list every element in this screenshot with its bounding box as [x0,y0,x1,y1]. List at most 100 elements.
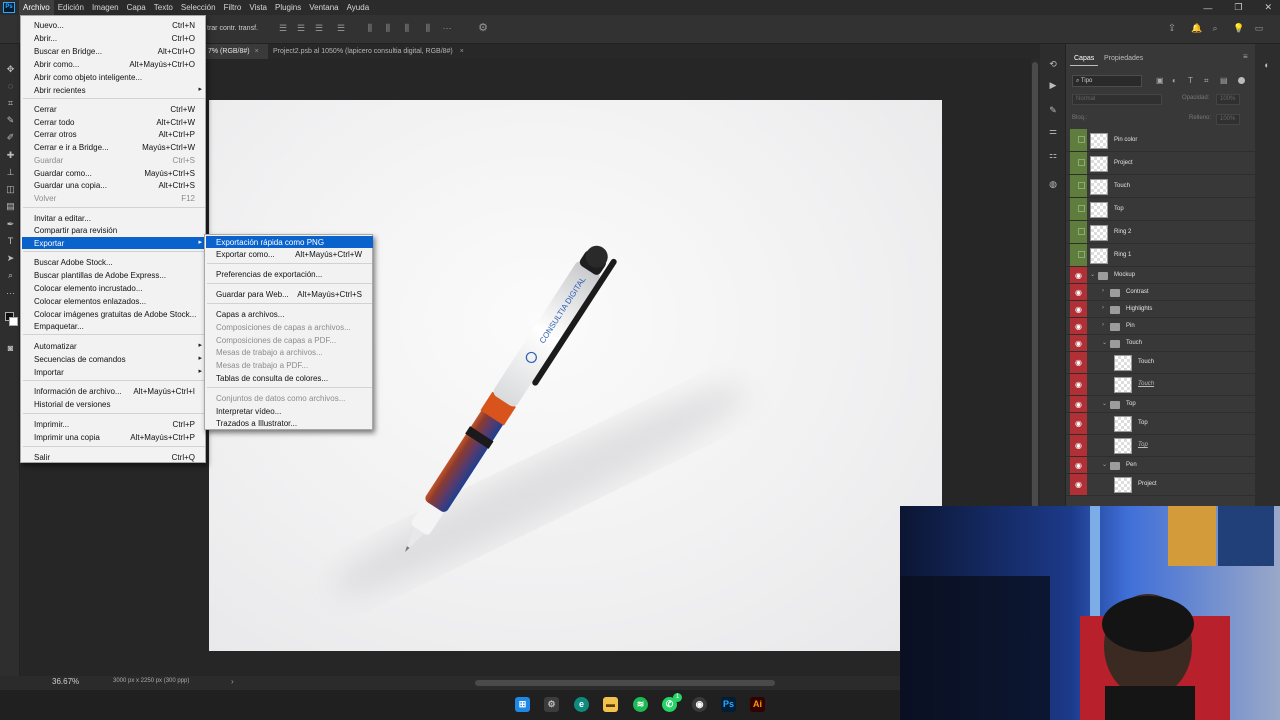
settings-icon[interactable]: ⚙ [544,697,559,712]
align-middle-icon[interactable]: ⫼ [383,24,393,33]
spotify-icon[interactable]: ≋ [633,697,648,712]
properties-icon[interactable]: ⚏ [1047,150,1059,161]
visibility-toggle[interactable] [1070,129,1087,151]
visibility-toggle[interactable] [1070,221,1087,243]
gradient-tool-icon[interactable]: ▤ [4,201,17,212]
file-menu-item[interactable]: Empaquetar... [22,320,206,332]
smart-object-thumbnail[interactable] [1090,224,1108,241]
layer-row[interactable]: ◉ › Highlights [1066,301,1255,318]
filter-smart-icon[interactable]: ▤ [1220,76,1228,85]
eyedropper-tool-icon[interactable]: ✎ [4,115,17,126]
menu-capa[interactable]: Capa [123,0,150,15]
eraser-tool-icon[interactable]: ◫ [4,184,17,195]
export-menu-item[interactable]: Guardar para Web... Alt+Mayús+Ctrl+S [206,288,373,300]
file-menu-item[interactable]: Nuevo... Ctrl+N [22,19,206,31]
layer-row[interactable]: ◉ ⌄ Touch [1066,335,1255,352]
filter-pixel-icon[interactable]: ▣ [1156,76,1164,85]
layer-row[interactable]: Ring 1 [1066,244,1255,267]
smart-object-thumbnail[interactable] [1114,477,1132,493]
transform-controls-label[interactable]: trar contr. transf. [207,25,258,32]
visibility-toggle[interactable]: ◉ [1070,267,1087,283]
layer-row[interactable]: ◉ Touch [1066,374,1255,396]
file-menu-item[interactable]: Buscar Adobe Stock... [22,256,206,268]
file-menu-item[interactable]: Buscar plantillas de Adobe Express... [22,269,206,281]
brush-tool-icon[interactable]: ✐ [4,132,17,143]
align-top-icon[interactable]: ⫼ [365,24,375,33]
layer-filter-select[interactable]: ⌕ Tipo [1072,75,1142,87]
file-menu-item[interactable]: Invitar a editar... [22,212,206,224]
pen-tool-icon[interactable]: ✒ [4,219,17,230]
align-bottom-icon[interactable]: ⫼ [402,24,412,33]
file-menu-item[interactable]: Abrir... Ctrl+O [22,32,206,44]
export-menu-item[interactable]: Capas a archivos... [206,308,373,320]
align-center-icon[interactable]: ☰ [296,24,306,33]
opacity-input[interactable]: 100% [1216,94,1240,105]
layer-row[interactable]: ◉ ⌄ Pen [1066,457,1255,474]
blend-mode-select[interactable]: Normal [1072,94,1162,105]
layer-row[interactable]: ◉ Top [1066,413,1255,435]
layer-row[interactable]: ◉ › Contrast [1066,284,1255,301]
lightbulb-icon[interactable]: 💡 [1233,24,1244,33]
align-left-icon[interactable]: ☰ [278,24,288,33]
layer-row[interactable]: ◉ ⌄ Mockup [1066,267,1255,284]
close-icon[interactable]: × [255,48,259,55]
layer-row[interactable]: Pin color [1066,129,1255,152]
layer-row[interactable]: Ring 2 [1066,221,1255,244]
filter-type-icon[interactable]: T [1188,76,1193,85]
export-menu-item[interactable]: Exportar como... Alt+Mayús+Ctrl+W [206,248,373,260]
export-menu-item[interactable]: Interpretar vídeo... [206,405,373,417]
menu-edicion[interactable]: Edición [54,0,88,15]
file-menu-item[interactable]: Exportar ▸ [22,237,206,249]
file-menu-item[interactable]: Salir Ctrl+Q [22,451,206,463]
more-options-icon[interactable]: ··· [442,24,452,33]
layer-row[interactable]: ◉ › Pin [1066,318,1255,335]
file-menu-item[interactable]: Cerrar otros Alt+Ctrl+P [22,128,206,140]
file-menu-item[interactable]: Compartir para revisión [22,224,206,236]
distribute-vertical-icon[interactable]: ⫼ [423,24,433,33]
smart-object-thumbnail[interactable] [1090,178,1108,195]
layer-row[interactable]: Project [1066,152,1255,175]
file-menu-item[interactable]: Historial de versiones [22,398,206,410]
healing-tool-icon[interactable]: ✚ [4,150,17,161]
background-color-swatch[interactable] [9,317,18,326]
visibility-toggle[interactable]: ◉ [1070,374,1087,395]
more-tools-icon[interactable]: ··· [4,288,17,299]
quick-mask-icon[interactable]: ◙ [4,343,17,354]
menu-vista[interactable]: Vista [245,0,271,15]
menu-archivo[interactable]: Archivo [19,0,54,15]
search-icon[interactable]: ⌕ [1210,24,1220,33]
layer-row[interactable]: ◉ ⌄ Top [1066,396,1255,413]
export-menu-item[interactable]: Tablas de consulta de colores... [206,372,373,384]
file-menu-item[interactable]: Cerrar Ctrl+W [22,103,206,115]
chevron-down-icon[interactable]: ⌄ [1090,271,1095,278]
minimize-icon[interactable]: — [1203,3,1212,13]
crop-tool-icon[interactable]: ⌗ [4,98,17,109]
visibility-toggle[interactable]: ◉ [1070,435,1087,456]
visibility-toggle[interactable]: ◉ [1070,335,1087,351]
visibility-toggle[interactable]: ◉ [1070,474,1087,495]
visibility-toggle[interactable]: ◉ [1070,352,1087,373]
export-menu-item[interactable]: Trazados a Illustrator... [206,417,373,429]
export-menu-item[interactable]: Preferencias de exportación... [206,268,373,280]
visibility-toggle[interactable] [1070,198,1087,220]
chevron-down-icon[interactable]: ⌄ [1102,339,1107,346]
visibility-toggle[interactable] [1070,244,1087,266]
close-icon[interactable]: × [460,48,464,55]
filter-adjust-icon[interactable]: ◐ [1172,76,1177,85]
file-menu-item[interactable]: Información de archivo... Alt+Mayús+Ctrl+… [22,385,206,397]
align-right-icon[interactable]: ☰ [314,24,324,33]
smart-object-thumbnail[interactable] [1114,355,1132,371]
file-menu-item[interactable]: Secuencias de comandos ▸ [22,353,206,365]
tab-document-2[interactable]: Project2.psb al 1050% (lapicero consulti… [270,44,472,59]
file-menu-item[interactable]: Guardar una copia... Alt+Ctrl+S [22,179,206,191]
filter-toggle-icon[interactable] [1238,77,1245,84]
cc-libraries-icon[interactable]: ◍ [1047,179,1059,190]
file-menu-item[interactable]: Imprimir... Ctrl+P [22,418,206,430]
menu-filtro[interactable]: Filtro [220,0,246,15]
photoshop-icon[interactable]: Ps [721,697,736,712]
tab-propiedades[interactable]: Propiedades [1100,51,1147,66]
file-menu-item[interactable]: Colocar imágenes gratuitas de Adobe Stoc… [22,308,206,320]
panel-menu-icon[interactable]: ≡ [1243,52,1248,61]
stamp-tool-icon[interactable]: ⊥ [4,167,17,178]
export-menu-item[interactable]: Exportación rápida como PNG [206,236,373,248]
